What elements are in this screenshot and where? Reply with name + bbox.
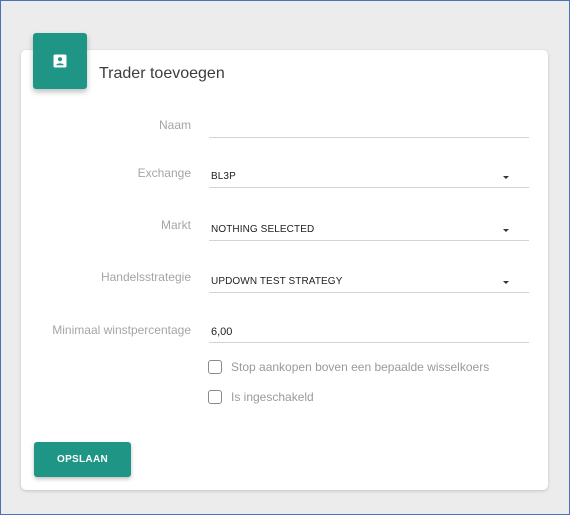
strategy-label: Handelsstrategie: [100, 270, 191, 284]
strategy-selected-value: UPDOWN TEST STRATEGY: [211, 276, 343, 287]
contact-card-icon: [53, 54, 67, 68]
chevron-down-icon: [503, 281, 509, 284]
stop-buying-checkbox[interactable]: [208, 360, 222, 374]
name-label: Naam: [158, 118, 191, 132]
card-header-badge: [33, 33, 87, 89]
window-frame: Trader toevoegen Naam Exchange BL3P Mark…: [0, 0, 570, 515]
exchange-select[interactable]: BL3P: [209, 167, 529, 188]
chevron-down-icon: [503, 229, 509, 232]
name-input[interactable]: [209, 117, 529, 137]
min-profit-input[interactable]: [209, 322, 529, 342]
exchange-selected-value: BL3P: [211, 171, 236, 182]
stop-buying-option[interactable]: Stop aankopen boven een bepaalde wisselk…: [208, 360, 489, 374]
market-label: Markt: [161, 218, 191, 232]
strategy-select[interactable]: UPDOWN TEST STRATEGY: [209, 272, 529, 293]
enabled-option[interactable]: Is ingeschakeld: [208, 390, 314, 404]
enabled-label: Is ingeschakeld: [231, 390, 314, 404]
min-profit-label: Minimaal winstpercentage: [52, 323, 191, 337]
enabled-checkbox[interactable]: [208, 390, 222, 404]
min-profit-field-container: [209, 322, 529, 343]
market-selected-value: NOTHING SELECTED: [211, 224, 315, 235]
stop-buying-label: Stop aankopen boven een bepaalde wisselk…: [231, 360, 490, 374]
name-field-container: [209, 117, 529, 138]
save-button[interactable]: OPSLAAN: [34, 442, 131, 477]
chevron-down-icon: [503, 176, 509, 179]
card-title: Trader toevoegen: [99, 65, 225, 82]
exchange-label: Exchange: [137, 166, 191, 180]
market-select[interactable]: NOTHING SELECTED: [209, 220, 529, 241]
